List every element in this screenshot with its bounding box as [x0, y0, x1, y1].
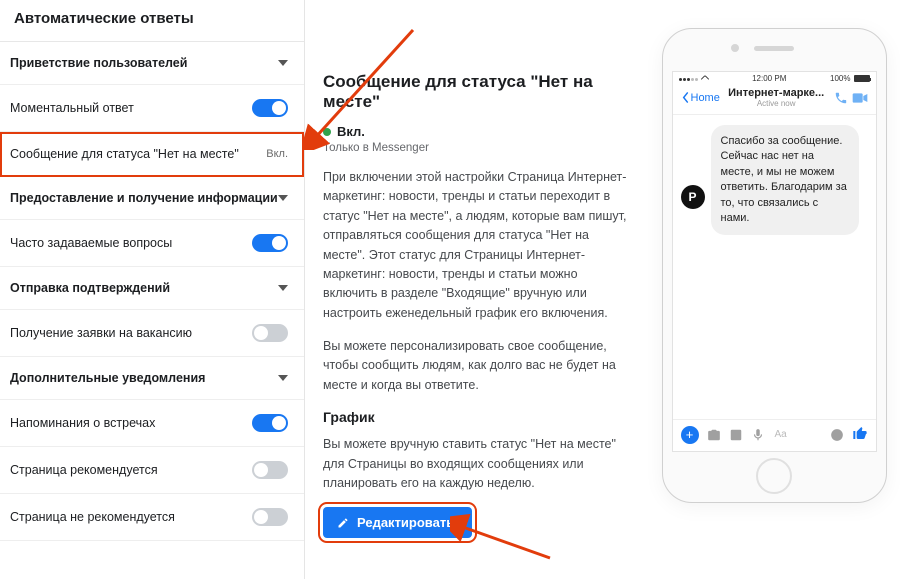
chat-title-block: Интернет-марке... Active now: [723, 87, 830, 108]
message-bubble: Спасибо за сообщение. Сейчас нас нет на …: [711, 125, 859, 235]
row-instant-reply[interactable]: Моментальный ответ: [0, 85, 304, 132]
phone-frame: 12:00 PM 100% Home Интернет-марке... Act…: [662, 28, 887, 503]
status-text: Вкл.: [337, 124, 365, 139]
edit-button-label: Редактировать: [357, 515, 454, 530]
statusbar-time: 12:00 PM: [752, 74, 786, 83]
section-additional[interactable]: Дополнительные уведомления: [0, 357, 304, 400]
phone-screen: 12:00 PM 100% Home Интернет-марке... Act…: [672, 71, 877, 452]
sidebar-title: Автоматические ответы: [0, 0, 304, 42]
plus-icon[interactable]: +: [681, 426, 699, 444]
main-title: Сообщение для статуса "Нет на месте": [323, 72, 628, 112]
message-input[interactable]: Aa: [773, 429, 822, 440]
status-dot-icon: [323, 128, 331, 136]
mic-icon[interactable]: [751, 428, 765, 442]
phone-statusbar: 12:00 PM 100%: [673, 72, 876, 83]
section-label: Дополнительные уведомления: [10, 371, 205, 385]
chat-name: Интернет-марке...: [723, 87, 830, 99]
call-icon[interactable]: [833, 92, 849, 104]
chat-header: Home Интернет-марке... Active now: [673, 83, 876, 115]
row-label: Получение заявки на вакансию: [10, 325, 200, 341]
row-away-message[interactable]: Сообщение для статуса "Нет на месте" Вкл…: [0, 132, 304, 177]
chevron-down-icon: [278, 60, 288, 66]
row-label: Страница рекомендуется: [10, 462, 166, 478]
row-page-not-recommended[interactable]: Страница не рекомендуется: [0, 494, 304, 541]
chevron-down-icon: [278, 285, 288, 291]
row-vacancy[interactable]: Получение заявки на вакансию: [0, 310, 304, 357]
section-label: Приветствие пользователей: [10, 56, 187, 70]
toggle-vacancy[interactable]: [252, 324, 288, 342]
sidebar: Автоматические ответы Приветствие пользо…: [0, 0, 305, 579]
row-meetings[interactable]: Напоминания о встречах: [0, 400, 304, 447]
battery-icon: [854, 75, 870, 82]
image-icon[interactable]: [729, 428, 743, 442]
toggle-page-not-recommended[interactable]: [252, 508, 288, 526]
schedule-title: График: [323, 409, 628, 425]
main-content: Сообщение для статуса "Нет на месте" Вкл…: [305, 0, 648, 579]
description-1: При включении этой настройки Страница Ин…: [323, 168, 628, 323]
section-info[interactable]: Предоставление и получение информации: [0, 177, 304, 220]
status-line: Вкл.: [323, 124, 628, 139]
wifi-icon: [701, 74, 709, 82]
home-button-icon: [756, 458, 792, 494]
phone-preview: 12:00 PM 100% Home Интернет-марке... Act…: [648, 0, 900, 579]
chevron-down-icon: [278, 375, 288, 381]
camera-icon[interactable]: [707, 428, 721, 442]
sub-label: Только в Messenger: [323, 142, 628, 154]
toggle-meetings[interactable]: [252, 414, 288, 432]
description-2: Вы можете персонализировать свое сообщен…: [323, 337, 628, 395]
row-label: Напоминания о встречах: [10, 415, 163, 431]
phone-speaker-icon: [754, 46, 794, 51]
section-label: Отправка подтверждений: [10, 281, 170, 295]
chevron-left-icon: [681, 92, 690, 103]
row-page-recommended[interactable]: Страница рекомендуется: [0, 447, 304, 494]
active-status: Active now: [723, 99, 830, 108]
video-icon[interactable]: [852, 92, 868, 104]
row-label: Страница не рекомендуется: [10, 509, 183, 525]
home-link[interactable]: Home: [681, 92, 720, 104]
like-icon[interactable]: [852, 425, 868, 444]
section-label: Предоставление и получение информации: [10, 191, 278, 205]
section-greeting[interactable]: Приветствие пользователей: [0, 42, 304, 85]
chat-input-bar: + Aa: [673, 419, 876, 451]
row-label: Моментальный ответ: [10, 100, 142, 116]
row-faq[interactable]: Часто задаваемые вопросы: [0, 220, 304, 267]
edit-button[interactable]: Редактировать: [323, 507, 472, 538]
avatar: P: [681, 185, 705, 209]
emoji-icon[interactable]: [830, 428, 844, 442]
section-confirmations[interactable]: Отправка подтверждений: [0, 267, 304, 310]
toggle-page-recommended[interactable]: [252, 461, 288, 479]
home-label: Home: [691, 92, 720, 104]
statusbar-battery-pct: 100%: [830, 74, 850, 83]
row-label: Часто задаваемые вопросы: [10, 235, 180, 251]
chat-body: P Спасибо за сообщение. Сейчас нас нет н…: [673, 115, 876, 419]
row-label: Сообщение для статуса "Нет на месте": [10, 146, 247, 162]
toggle-instant-reply[interactable]: [252, 99, 288, 117]
chevron-down-icon: [278, 195, 288, 201]
phone-camera-icon: [731, 44, 739, 52]
pencil-icon: [337, 517, 349, 529]
toggle-faq[interactable]: [252, 234, 288, 252]
schedule-description: Вы можете вручную ставить статус "Нет на…: [323, 435, 628, 493]
status-label: Вкл.: [266, 148, 288, 160]
signal-icon: [679, 74, 700, 83]
